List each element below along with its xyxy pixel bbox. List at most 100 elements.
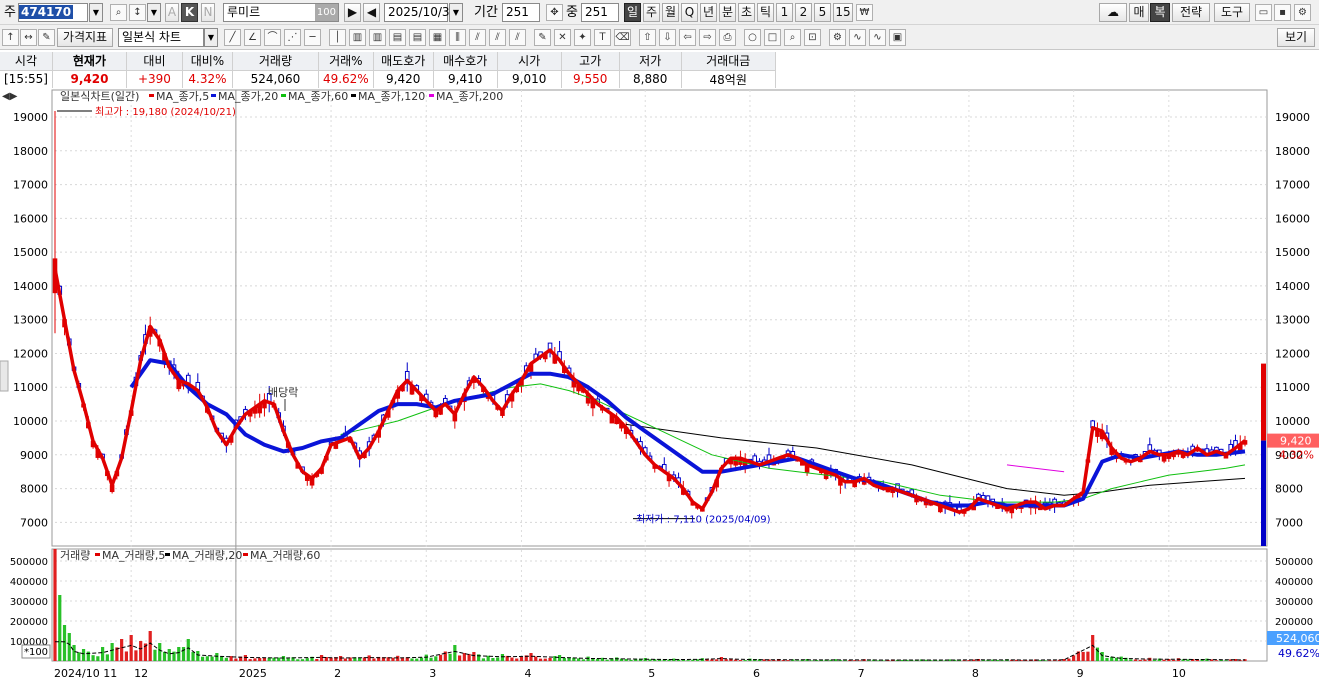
right-button-1[interactable]: 복 [1150,3,1170,22]
date-dropdown[interactable]: ▼ [449,3,463,22]
move-left-tool-icon[interactable]: ⇦ [679,29,696,46]
arrows-horizontal-icon[interactable]: ↔ [20,29,37,46]
grid3-tool-icon[interactable]: ▤ [389,29,406,46]
timeframe-0[interactable]: 일 [624,3,641,22]
sort-dropdown[interactable]: ▼ [147,3,161,22]
move-right-tool-icon[interactable]: ⇨ [699,29,716,46]
timeframe-5[interactable]: 분 [719,3,736,22]
a-button[interactable]: A [165,3,179,22]
stock-code-input[interactable]: 474170 [18,3,88,22]
timeframe-7[interactable]: 틱 [757,3,774,22]
alert-tool-icon[interactable]: ⚙ [829,29,846,46]
quote-header-10: 저가 [619,52,682,71]
sort-icon[interactable]: ↕ [129,4,146,21]
volume-bar [205,656,209,661]
code-dropdown[interactable]: ▼ [89,3,103,22]
timeframe-1[interactable]: 주 [643,3,660,22]
move-up-tool-icon[interactable]: ⇧ [639,29,656,46]
volume-bar [581,659,585,661]
volume-bar [220,656,224,661]
fan-tool-icon[interactable]: ⋰ [284,29,301,46]
grid1-tool-icon[interactable]: ▥ [349,29,366,46]
timeframe-9[interactable]: 2 [795,3,812,22]
note-tool-icon[interactable]: ⎙ [719,29,736,46]
wave2-tool-icon[interactable]: ∿ [869,29,886,46]
pencil-tool-icon[interactable]: ✎ [534,29,551,46]
wave-tool-icon[interactable]: ∿ [849,29,866,46]
volume-bar [415,658,419,661]
zoom-tool-icon[interactable]: ⌕ [784,29,801,46]
volume-bar [743,660,747,661]
grid5-tool-icon[interactable]: ▦ [429,29,446,46]
channel3-tool-icon[interactable]: ⫽ [509,29,526,46]
edit-icon[interactable]: ✎ [38,29,55,46]
timeframe-3[interactable]: Q [681,3,698,22]
stock-name-field[interactable]: 루미르 100 [223,3,339,22]
cross-tool-icon[interactable]: ✕ [554,29,571,46]
channel1-tool-icon[interactable]: ⫽ [469,29,486,46]
timeframe-6[interactable]: 초 [738,3,755,22]
tools-button[interactable]: 도구 [1214,3,1250,22]
volume-bar [1133,659,1138,661]
count-input[interactable]: 251 [581,3,619,22]
select-tool-icon[interactable]: ⊡ [804,29,821,46]
marker-tool-icon[interactable]: ✦ [574,29,591,46]
volume-legend-item: MA_거래량,20 [172,549,242,562]
timeframe-2[interactable]: 월 [662,3,679,22]
erase-tool-icon[interactable]: ⌫ [614,29,631,46]
custom-period-icon[interactable]: ₩ [856,4,873,21]
line-tool-icon[interactable]: ╱ [224,29,241,46]
move-icon[interactable]: ✥ [546,4,563,21]
volume-bar [396,655,400,661]
angle-tool-icon[interactable]: ∠ [244,29,261,46]
k-button[interactable]: K [181,3,198,22]
volume-bar [795,660,800,661]
circle-tool-icon[interactable]: ○ [744,29,761,46]
view-button[interactable]: 보기 [1277,28,1315,47]
grid6-tool-icon[interactable]: ⫼ [449,29,466,46]
grid4-tool-icon[interactable]: ▤ [409,29,426,46]
quote-value-11: 48억원 [681,70,776,88]
price-tick-right: 12000 [1275,347,1310,360]
arc-tool-icon[interactable]: ⌒ [264,29,281,46]
timeframe-11[interactable]: 15 [833,3,853,22]
chart-area[interactable]: 19000 18000 17000 16000 15000 14000 13000 12000… [0,89,1319,680]
channel2-tool-icon[interactable]: ⫽ [489,29,506,46]
next-stock-button[interactable]: ▶ [344,3,361,22]
hline-tool-icon[interactable]: ─ [304,29,321,46]
rect-tool-icon[interactable]: □ [764,29,781,46]
cloud-icon[interactable]: ☁ [1099,3,1127,22]
text-tool-icon[interactable]: Ｔ [594,29,611,46]
volume-bar [286,658,290,661]
right-button-0[interactable]: 매 [1129,3,1149,22]
move-down-tool-icon[interactable]: ⇩ [659,29,676,46]
save-icon[interactable]: ▪ [1274,4,1291,21]
settings-icon[interactable]: ⚙ [1294,4,1311,21]
arrow-up-icon[interactable]: ↑ [2,29,19,46]
timeframe-4[interactable]: 년 [700,3,717,22]
folder-icon[interactable]: ▭ [1255,4,1272,21]
volume-bar [372,658,376,661]
chart-type-dropdown[interactable]: ▼ [204,28,218,47]
period-input[interactable]: 251 [502,3,540,22]
vline-tool-icon[interactable]: │ [329,29,346,46]
chart-type-select[interactable]: 일본식 차트 [118,28,204,47]
time-tick: 10 [1172,667,1186,680]
quote-header-8: 시가 [497,52,562,71]
volume-bar [534,656,538,661]
grid2-tool-icon[interactable]: ▥ [369,29,386,46]
timeframe-10[interactable]: 5 [814,3,831,22]
strategy-button[interactable]: 전략 [1172,3,1210,22]
calc-tool-icon[interactable]: ▣ [889,29,906,46]
date-field[interactable]: 2025/10/31 [384,3,457,22]
price-chart-title: 일본식차트(일간) [60,89,139,103]
volume-bar [448,653,452,661]
prev-stock-button[interactable]: ◀ [363,3,380,22]
search-icon[interactable]: ⌕ [110,4,127,21]
chart-svg[interactable]: 19000 18000 17000 16000 15000 14000 13000 12000… [0,89,1319,680]
volume-bar [139,641,143,661]
price-tick-left: 13000 [13,314,48,327]
timeframe-8[interactable]: 1 [776,3,793,22]
indicator-button[interactable]: 가격지표 [57,28,113,47]
n-button[interactable]: N [201,3,215,22]
